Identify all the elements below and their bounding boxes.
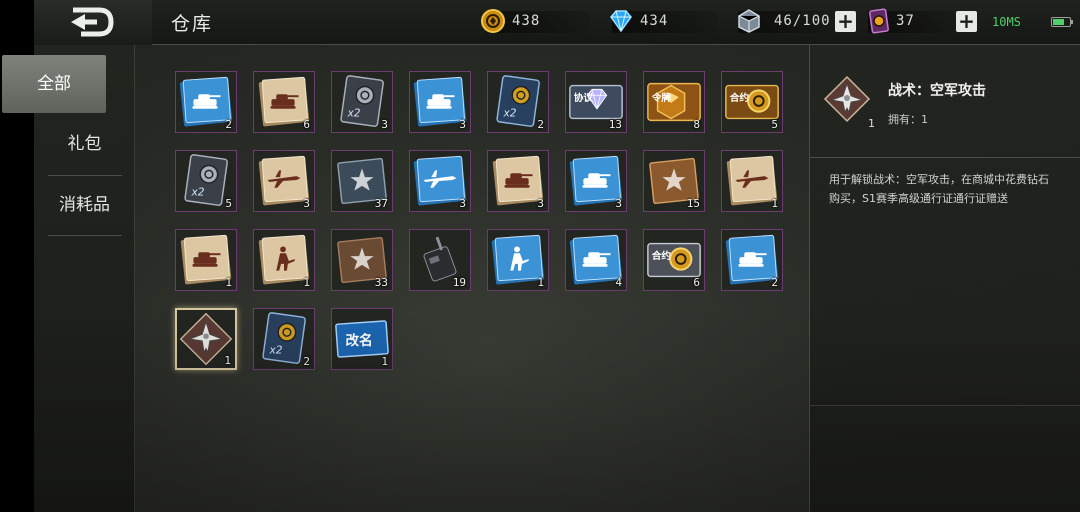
item-count: 2 (225, 118, 232, 131)
item-count: 33 (374, 276, 388, 289)
item-count: 6 (303, 118, 310, 131)
tab-all[interactable]: 全部 (2, 55, 106, 113)
item-count: 13 (608, 118, 622, 131)
detail-item-name: 战术：空军攻击 (888, 83, 986, 99)
inventory-item-paper-plane-card[interactable]: 1 (721, 150, 783, 212)
item-count: 1 (224, 354, 231, 367)
inventory-item-paper-tank-card[interactable]: 1 (175, 229, 237, 291)
diamond-icon (610, 10, 632, 33)
inventory-item-rename-card[interactable]: 改名 1 (331, 308, 393, 370)
add-energy-button[interactable]: + (835, 11, 856, 32)
ticket-resource: 37 (868, 8, 956, 34)
inventory-item-brown-star-book[interactable]: 33 (331, 229, 393, 291)
item-count: 1 (303, 276, 310, 289)
gold-value: 438 (512, 13, 541, 29)
inventory-item-paper-tank-card[interactable]: 3 (487, 150, 549, 212)
inventory-item-gold-safe-card[interactable]: 令牌 8 (643, 71, 705, 133)
card-ticket-icon (869, 8, 889, 34)
item-count: 37 (374, 197, 388, 210)
inventory-item-walkie-talkie[interactable]: 19 (409, 229, 471, 291)
item-count: 1 (537, 276, 544, 289)
tab-consumables[interactable]: 消耗品 (34, 176, 135, 234)
crystal-cube-icon (738, 9, 760, 33)
game-screen: 仓库 438 434 46/100 + 37 + 10MS 全部 礼包 消耗品 … (0, 0, 1080, 512)
diamond-resource: 434 (610, 10, 718, 33)
inventory-item-silver-x2-card[interactable]: x2 5 (175, 150, 237, 212)
detail-count: 1 (868, 117, 875, 130)
item-count: 6 (693, 276, 700, 289)
item-count: 5 (771, 118, 778, 131)
inventory-item-paper-tank-card[interactable]: 6 (253, 71, 315, 133)
svg-text:x2: x2 (190, 186, 204, 199)
item-count: 4 (615, 276, 622, 289)
detail-description: 用于解锁战术：空军攻击，在商城中花费钻石购买，S1赛季高级通行证通行证赠送 (829, 173, 1049, 205)
gold-resource: 438 (481, 9, 590, 33)
inventory-item-blue-tank-card[interactable]: 3 (409, 71, 471, 133)
inventory-item-paper-soldier-card[interactable]: 1 (253, 229, 315, 291)
item-count: 2 (303, 355, 310, 368)
inventory-item-gold-contract[interactable]: 合约 5 (721, 71, 783, 133)
svg-text:合约: 合约 (729, 92, 750, 104)
item-count: 5 (225, 197, 232, 210)
item-count: 3 (459, 197, 466, 210)
inventory-item-blue-plane-card[interactable]: 3 (409, 150, 471, 212)
inventory-item-gold-x2-card[interactable]: x2 2 (487, 71, 549, 133)
item-count: 8 (693, 118, 700, 131)
item-count: 1 (225, 276, 232, 289)
svg-text:令牌: 令牌 (651, 92, 672, 104)
inventory-item-gold-x2-card[interactable]: x2 2 (253, 308, 315, 370)
inventory-item-silver-contract[interactable]: 合约 6 (643, 229, 705, 291)
inventory-item-blue-tank-card[interactable]: 2 (175, 71, 237, 133)
inventory-item-blue-tank-card[interactable]: 2 (721, 229, 783, 291)
item-count: 3 (381, 118, 388, 131)
inventory-item-steel-star-book[interactable]: 37 (331, 150, 393, 212)
svg-text:x2: x2 (502, 107, 516, 120)
detail-owned: 拥有：1 (888, 113, 928, 126)
energy-value: 46/100 (774, 13, 831, 29)
inventory-item-diamond-protocol[interactable]: 协议 13 (565, 71, 627, 133)
page-title: 仓库 (171, 13, 214, 35)
inventory-item-blue-soldier-card[interactable]: 1 (487, 229, 549, 291)
item-count: 1 (381, 355, 388, 368)
svg-text:协议: 协议 (574, 92, 594, 104)
svg-text:x2: x2 (268, 344, 282, 357)
add-ticket-button[interactable]: + (956, 11, 977, 32)
back-arrow-icon[interactable] (67, 6, 115, 38)
item-count: 15 (686, 197, 700, 210)
tab-divider (48, 235, 122, 236)
ping-indicator: 10MS (992, 15, 1021, 29)
svg-text:x2: x2 (346, 107, 360, 120)
item-count: 2 (771, 276, 778, 289)
inventory-item-airstrike-tactic[interactable]: 1 (175, 308, 237, 370)
panel-divider (809, 405, 1080, 406)
item-count: 2 (537, 118, 544, 131)
airstrike-tactic-icon (823, 75, 871, 123)
item-count: 19 (452, 276, 466, 289)
inventory-item-blue-tank-card[interactable]: 3 (565, 150, 627, 212)
item-count: 1 (771, 197, 778, 210)
item-count: 3 (303, 197, 310, 210)
battery-icon (1051, 17, 1073, 27)
svg-text:改名: 改名 (346, 332, 373, 349)
item-count: 3 (537, 197, 544, 210)
tab-gift-pack[interactable]: 礼包 (34, 115, 135, 173)
inventory-item-bronze-star-book[interactable]: 15 (643, 150, 705, 212)
inventory-item-blue-tank-card[interactable]: 4 (565, 229, 627, 291)
energy-resource: 46/100 (738, 9, 834, 33)
inventory-item-paper-plane-card[interactable]: 3 (253, 150, 315, 212)
diamond-value: 434 (640, 13, 669, 29)
gold-coin-icon (481, 9, 505, 33)
item-count: 3 (615, 197, 622, 210)
item-count: 3 (459, 118, 466, 131)
svg-text:合约: 合约 (651, 250, 672, 262)
inventory-item-silver-x2-card[interactable]: x2 3 (331, 71, 393, 133)
ticket-value: 37 (896, 13, 915, 29)
